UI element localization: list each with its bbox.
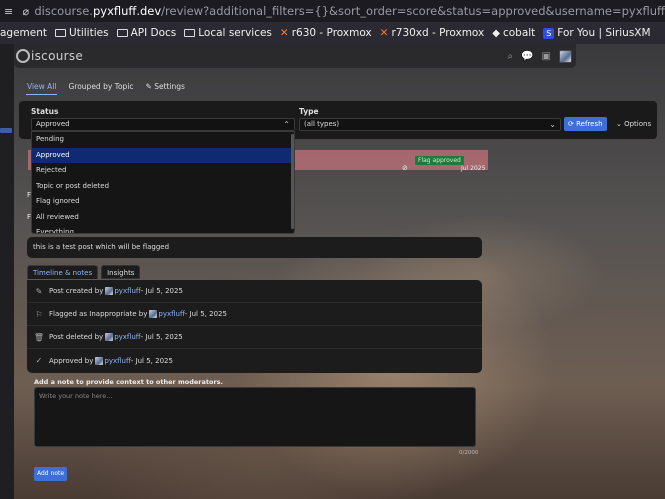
tab-timeline-notes[interactable]: Timeline & notes [27, 265, 99, 279]
status-option-everything[interactable]: Everything [32, 225, 294, 233]
folder-icon [184, 29, 196, 37]
pencil-icon: ✎ [35, 286, 43, 296]
folder-icon [116, 29, 128, 37]
user-link[interactable]: pyxfluff [158, 310, 184, 318]
timeline-row: ✎ Post created by pyxfluff - Jul 5, 2025 [27, 280, 482, 303]
status-option-all-reviewed[interactable]: All reviewed [32, 210, 294, 226]
note-char-counter: 0/2000 [459, 450, 479, 456]
bookmark-local-services[interactable]: Local services [184, 27, 272, 39]
review-date: Jul 2025 [461, 165, 486, 172]
proxmox-icon: ✕ [279, 27, 289, 39]
user-avatar[interactable] [105, 287, 114, 295]
user-avatar[interactable] [149, 310, 158, 318]
check-icon: ✓ [35, 356, 43, 365]
timeline-tabs: Timeline & notes Insights [27, 265, 141, 279]
tab-view-all[interactable]: View All [26, 80, 58, 95]
refresh-button[interactable]: ⟳ Refresh [564, 117, 607, 131]
timeline-row: 🗑 Post deleted by pyxfluff - Jul 5, 2025 [27, 326, 482, 349]
refresh-icon: ⟳ [568, 120, 577, 128]
chevron-up-icon: ⌃ [283, 120, 290, 129]
settings-icon: ✎ [145, 82, 155, 91]
status-label: Status [31, 107, 59, 116]
bookmark-r730xd-proxmox[interactable]: ✕ r730xd - Proxmox [380, 27, 485, 39]
url-path: /review?additional_filters={}&sort_order… [161, 4, 665, 18]
note-textarea[interactable]: Write your note here... [34, 387, 476, 447]
status-option-pending[interactable]: Pending [32, 132, 294, 148]
status-option-rejected[interactable]: Rejected [32, 163, 294, 179]
dropdown-scrollbar[interactable] [291, 134, 294, 229]
user-avatar[interactable] [105, 333, 114, 341]
bookmark-api-docs[interactable]: API Docs [116, 27, 176, 39]
tracking-protection-icon[interactable]: ⌀ [17, 5, 34, 18]
status-option-approved[interactable]: Approved [32, 147, 294, 163]
note-label: Add a note to provide context to other m… [34, 378, 224, 386]
diamond-icon: ◆ [492, 27, 500, 39]
type-select[interactable]: (all types) ⌄ [299, 118, 561, 131]
discourse-page: iscourse ⌕ 💬 ▣ View All Grouped by Topic… [14, 44, 665, 499]
bookmark-utilities[interactable]: Utilities [55, 27, 109, 39]
browser-url-bar[interactable]: ≡ ⌀ discourse. pyxfluff.dev/review?additi… [0, 0, 665, 22]
discourse-logo-icon [16, 49, 30, 63]
user-avatar[interactable] [95, 356, 104, 365]
siriusxm-icon: S [543, 27, 555, 39]
bookmark-management[interactable]: agement [0, 27, 47, 39]
user-link[interactable]: pyxfluff [114, 287, 140, 295]
chat-icon[interactable]: 💬 [521, 51, 533, 62]
user-avatar[interactable] [559, 49, 572, 63]
site-header: iscourse ⌕ 💬 ▣ [14, 44, 576, 68]
status-option-flag-ignored[interactable]: Flag ignored [32, 194, 294, 210]
adjacent-window-badge [0, 128, 12, 133]
proxmox-icon: ✕ [379, 27, 389, 39]
chevron-down-icon: ⌄ [616, 120, 625, 128]
tab-settings[interactable]: ✎ Settings [145, 80, 186, 95]
add-note-button[interactable]: Add note [34, 467, 68, 481]
url-prefix: discourse. [34, 4, 93, 18]
folder-icon [55, 29, 67, 37]
flag-icon: ⚐ [35, 309, 43, 319]
status-select[interactable]: Approved ⌃ [31, 118, 295, 131]
chevron-down-icon: ⌄ [549, 120, 556, 129]
options-button[interactable]: ⌄ Options [613, 117, 654, 131]
url-domain: pyxfluff.dev [92, 4, 162, 18]
tab-insights[interactable]: Insights [101, 265, 141, 279]
review-tabs: View All Grouped by Topic ✎ Settings [26, 80, 186, 95]
page-info-icon[interactable]: ≡ [0, 5, 17, 18]
trash-icon: 🗑 [33, 332, 45, 342]
user-link[interactable]: pyxfluff [114, 333, 140, 341]
timeline-row: ⚐ Flagged as Inappropriate by pyxfluff -… [27, 303, 482, 326]
bookmark-siriusxm[interactable]: S For You | SiriusXM [543, 27, 651, 39]
sidebar-toggle-icon[interactable]: ▣ [542, 51, 551, 62]
post-content: this is a test post which will be flagge… [27, 237, 482, 258]
adjacent-window-edge [0, 44, 14, 499]
link-icon[interactable]: ⊘ [402, 164, 408, 172]
bookmarks-bar: agement Utilities API Docs Local service… [0, 22, 665, 44]
timeline-panel: ✎ Post created by pyxfluff - Jul 5, 2025… [27, 280, 482, 373]
tab-grouped-by-topic[interactable]: Grouped by Topic [67, 80, 134, 95]
discourse-logo[interactable]: iscourse [16, 49, 83, 63]
bookmark-cobalt[interactable]: ◆ cobalt [492, 27, 535, 39]
user-link[interactable]: pyxfluff [104, 357, 130, 365]
status-badge: Flag approved [415, 156, 464, 165]
bookmark-r630-proxmox[interactable]: ✕ r630 - Proxmox [280, 27, 372, 39]
status-dropdown[interactable]: Pending Approved Rejected Topic or post … [31, 131, 295, 234]
timeline-row: ✓ Approved by pyxfluff - Jul 5, 2025 [27, 349, 482, 372]
search-icon[interactable]: ⌕ [507, 51, 513, 62]
type-label: Type [299, 107, 319, 116]
status-option-deleted[interactable]: Topic or post deleted [32, 179, 294, 195]
